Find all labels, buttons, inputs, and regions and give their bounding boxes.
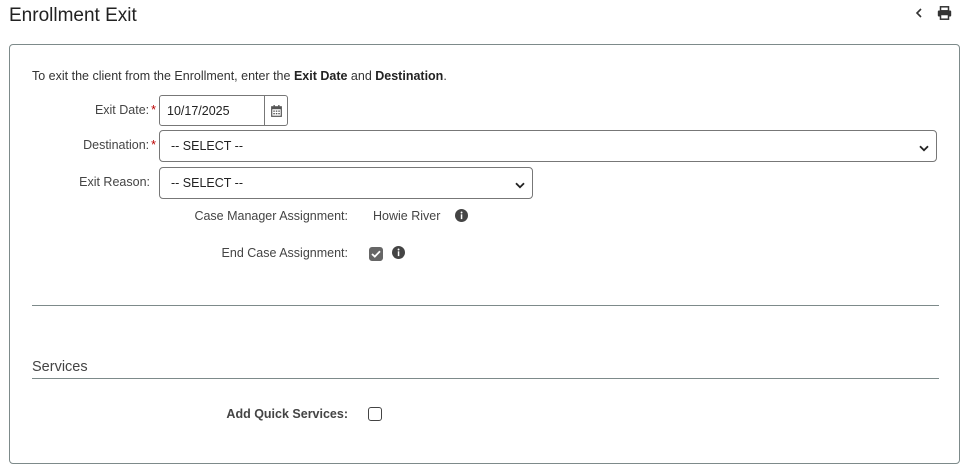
add-quick-services-checkbox[interactable] (368, 407, 382, 421)
exit-date-label: Exit Date: * (70, 103, 156, 117)
info-icon[interactable] (392, 246, 405, 259)
chevron-down-icon (919, 141, 929, 155)
intro-suffix: . (443, 69, 447, 83)
services-divider (32, 378, 939, 379)
chevron-down-icon (515, 178, 525, 192)
end-case-checkbox[interactable] (369, 247, 383, 261)
chevron-left-icon[interactable] (915, 8, 923, 18)
destination-selected: -- SELECT -- (171, 139, 243, 153)
print-icon[interactable] (937, 6, 952, 20)
intro-prefix: To exit the client from the Enrollment, … (32, 69, 294, 83)
services-title: Services (32, 359, 88, 375)
exit-reason-select[interactable]: -- SELECT -- (159, 167, 533, 199)
required-mark: * (151, 138, 156, 152)
destination-label: Destination: * (60, 138, 156, 152)
exit-date-group (159, 95, 288, 126)
page-title: Enrollment Exit (9, 5, 137, 26)
destination-label-text: Destination: (83, 138, 150, 152)
case-manager-label: Case Manager Assignment: (194, 209, 348, 223)
info-icon[interactable] (455, 209, 468, 222)
add-quick-services-label: Add Quick Services: (226, 407, 348, 421)
exit-reason-selected: -- SELECT -- (171, 176, 243, 190)
intro-text: To exit the client from the Enrollment, … (32, 69, 447, 83)
exit-reason-label: Exit Reason: (79, 175, 150, 189)
header-actions (915, 6, 952, 20)
destination-select[interactable]: -- SELECT -- (159, 130, 937, 162)
calendar-icon[interactable] (264, 96, 287, 125)
required-mark: * (151, 103, 156, 117)
enrollment-exit-panel: To exit the client from the Enrollment, … (9, 44, 960, 464)
exit-date-input[interactable] (160, 96, 264, 125)
exit-date-label-text: Exit Date: (94, 103, 150, 117)
end-case-label: End Case Assignment: (221, 246, 348, 260)
case-manager-value: Howie River (373, 209, 441, 223)
intro-exit-date: Exit Date (293, 69, 348, 83)
intro-destination: Destination (375, 69, 444, 83)
intro-and: and (347, 69, 376, 83)
section-divider (32, 305, 939, 306)
